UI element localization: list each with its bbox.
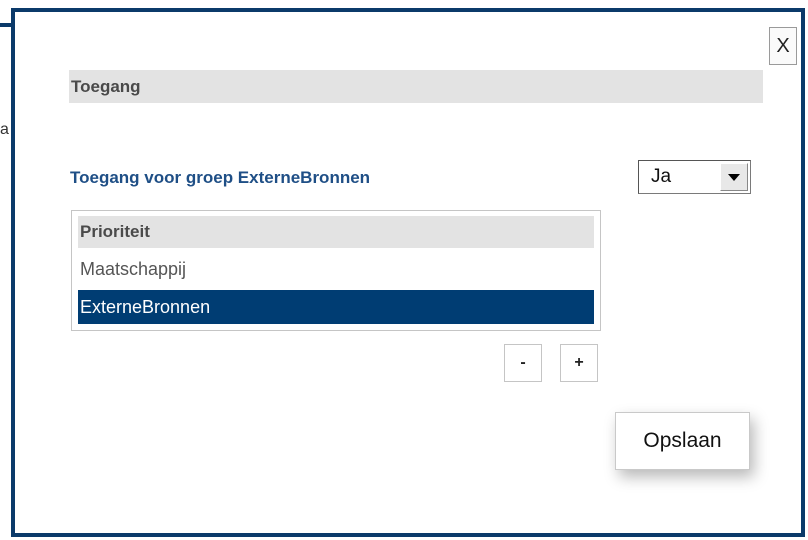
access-dialog: X Toegang Toegang voor groep ExterneBron… bbox=[11, 8, 805, 537]
close-button[interactable]: X bbox=[769, 27, 797, 65]
access-select[interactable]: Ja bbox=[638, 160, 751, 194]
access-select-value: Ja bbox=[651, 166, 672, 187]
access-group-label: Toegang voor groep ExterneBronnen bbox=[70, 168, 371, 187]
page: a X Toegang Toegang voor groep ExterneBr… bbox=[0, 0, 808, 540]
background-text: a bbox=[0, 121, 9, 138]
priority-down-button[interactable]: - bbox=[504, 344, 542, 382]
priority-row-maatschappij[interactable]: Maatschappij bbox=[78, 252, 594, 286]
priority-up-button[interactable]: + bbox=[560, 344, 598, 382]
priority-list: Prioriteit Maatschappij ExterneBronnen bbox=[71, 210, 601, 331]
priority-row-externebronnen[interactable]: ExterneBronnen bbox=[78, 290, 594, 324]
chevron-down-icon[interactable] bbox=[720, 163, 748, 191]
section-title: Toegang bbox=[69, 70, 763, 103]
save-button[interactable]: Opslaan bbox=[615, 412, 750, 470]
priority-header: Prioriteit bbox=[78, 216, 594, 248]
